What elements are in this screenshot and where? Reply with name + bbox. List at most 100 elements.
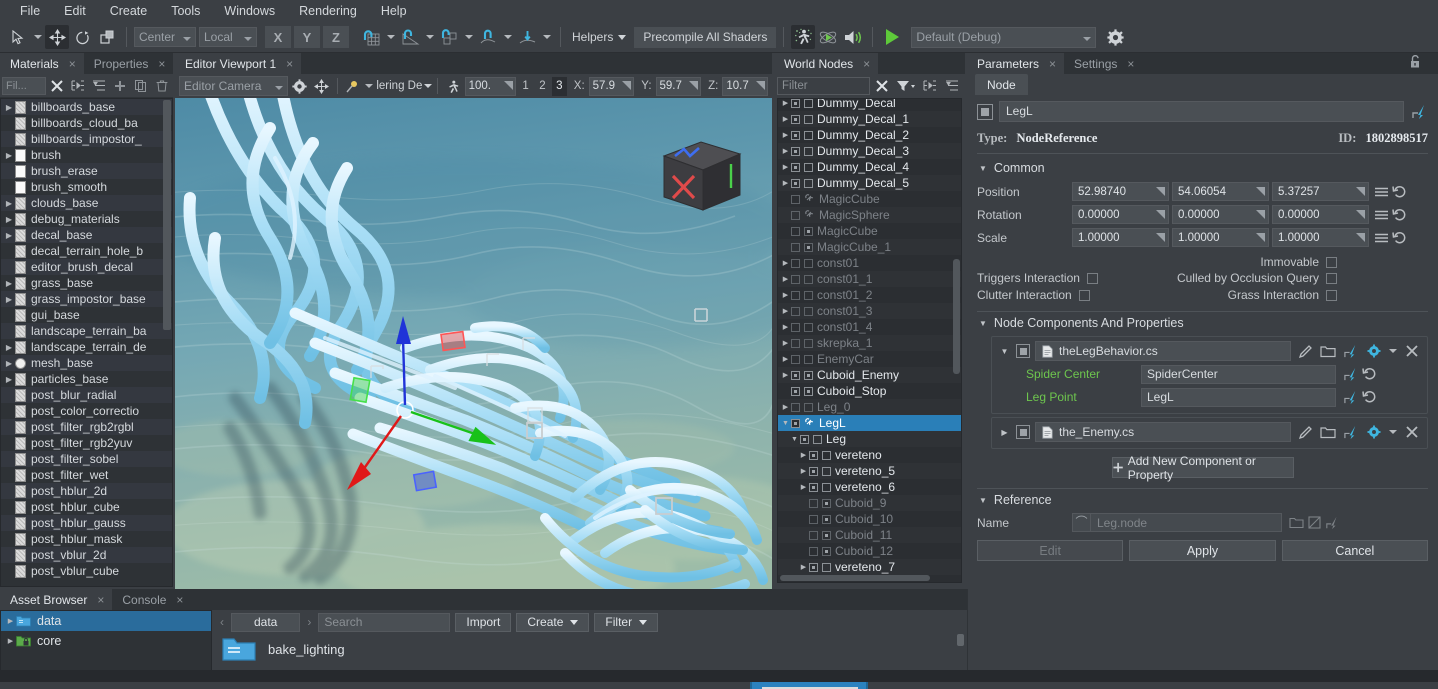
material-list-item[interactable]: editor_brush_decal xyxy=(1,259,172,275)
world-node-row[interactable]: ▶Dummy_Decal_5 xyxy=(778,175,961,191)
filter-funnel-icon[interactable] xyxy=(894,76,918,96)
chevron-right-icon[interactable]: ▶ xyxy=(5,637,16,645)
chevron-right-icon[interactable]: ▶ xyxy=(780,323,791,331)
node-lock-checkbox[interactable] xyxy=(804,323,813,332)
material-list-item[interactable]: ▶landscape_terrain_de xyxy=(1,339,172,355)
material-list-item[interactable]: ▶mesh_base xyxy=(1,355,172,371)
node-visibility-checkbox[interactable] xyxy=(791,211,800,220)
sound-icon[interactable] xyxy=(841,25,865,49)
world-node-row[interactable]: ▶vereteno_6 xyxy=(778,479,961,495)
open-folder-icon[interactable] xyxy=(1319,423,1337,441)
material-list-item[interactable]: ▶clouds_base xyxy=(1,195,172,211)
node-name-input[interactable]: LegL xyxy=(999,101,1404,122)
component-enabled-checkbox[interactable] xyxy=(1016,425,1030,439)
goto-reference-icon[interactable] xyxy=(1323,514,1341,532)
material-list-item[interactable]: decal_terrain_hole_b xyxy=(1,243,172,259)
scale-icon[interactable] xyxy=(95,25,119,49)
physics-icon[interactable] xyxy=(816,25,840,49)
component-enabled-checkbox[interactable] xyxy=(1016,344,1030,358)
reset-transform-icon[interactable] xyxy=(1390,229,1408,247)
chevron-right-icon[interactable]: ▶ xyxy=(5,617,16,625)
world-node-row[interactable]: Cuboid_Stop xyxy=(778,383,961,399)
coord-z-input[interactable]: 10.7 xyxy=(722,77,768,96)
viewport-3d-canvas[interactable] xyxy=(175,98,772,606)
chevron-right-icon[interactable]: ▶ xyxy=(3,215,15,224)
spinner-icon[interactable] xyxy=(756,81,765,90)
remove-component-icon[interactable] xyxy=(1403,423,1421,441)
material-list-item[interactable]: post_filter_rgb2yuv xyxy=(1,435,172,451)
world-nodes-filter-input[interactable]: Filter xyxy=(777,77,870,95)
chevron-right-icon[interactable]: ▶ xyxy=(798,483,809,491)
snap-drop-dropdown-icon[interactable] xyxy=(540,25,553,49)
world-node-row[interactable]: ▶const01_4 xyxy=(778,319,961,335)
node-visibility-checkbox[interactable] xyxy=(791,419,800,428)
delete-material-icon[interactable] xyxy=(152,76,171,96)
viewport-layer-3-button[interactable]: 3 xyxy=(552,77,567,96)
material-list-item[interactable]: post_hblur_cube xyxy=(1,499,172,515)
node-lock-checkbox[interactable] xyxy=(804,339,813,348)
snap-grid-dropdown-icon[interactable] xyxy=(384,25,397,49)
node-lock-checkbox[interactable] xyxy=(822,483,831,492)
select-arrow-icon[interactable] xyxy=(6,25,30,49)
expand-all-icon[interactable] xyxy=(69,76,88,96)
chevron-right-icon[interactable]: ▶ xyxy=(780,179,791,187)
node-lock-checkbox[interactable] xyxy=(804,147,813,156)
node-visibility-checkbox[interactable] xyxy=(809,499,818,508)
chevron-right-icon[interactable]: ▶ xyxy=(3,199,15,208)
rotate-icon[interactable] xyxy=(70,25,94,49)
link-axes-icon[interactable] xyxy=(1372,183,1390,201)
link-axes-icon[interactable] xyxy=(1372,206,1390,224)
tab-parameters[interactable]: Parameters × xyxy=(967,53,1064,74)
material-list-item[interactable]: ▶debug_materials xyxy=(1,211,172,227)
section-common[interactable]: ▼ Common xyxy=(979,161,1428,175)
node-visibility-checkbox[interactable] xyxy=(800,435,809,444)
camera-speed-run-icon[interactable] xyxy=(443,76,463,96)
culled-by-occlusion-row[interactable]: Culled by Occlusion Query xyxy=(1177,271,1337,285)
menu-tools[interactable]: Tools xyxy=(159,1,212,21)
clear-reference-icon[interactable] xyxy=(1305,514,1323,532)
open-folder-icon[interactable] xyxy=(1319,342,1337,360)
node-visibility-checkbox[interactable] xyxy=(809,531,818,540)
tab-materials[interactable]: Materials × xyxy=(0,53,84,74)
chevron-right-icon[interactable]: ▶ xyxy=(998,428,1011,437)
camera-speed-input[interactable]: 100. xyxy=(465,77,517,96)
node-visibility-checkbox[interactable] xyxy=(791,131,800,140)
asset-tree-item-core[interactable]: ▶ core xyxy=(1,631,211,651)
lock-icon[interactable] xyxy=(1409,55,1430,74)
node-lock-checkbox[interactable] xyxy=(804,275,813,284)
node-visibility-checkbox[interactable] xyxy=(791,195,800,204)
light-bulb-icon[interactable] xyxy=(343,76,362,96)
node-visibility-checkbox[interactable] xyxy=(809,547,818,556)
node-visibility-checkbox[interactable] xyxy=(791,307,800,316)
node-visibility-checkbox[interactable] xyxy=(791,339,800,348)
world-node-row[interactable]: Cuboid_10 xyxy=(778,511,961,527)
node-lock-checkbox[interactable] xyxy=(822,547,831,556)
transform-value-input[interactable]: 0.00000 xyxy=(1072,205,1169,224)
world-node-row[interactable]: ▶vereteno_7 xyxy=(778,559,961,575)
chevron-right-icon[interactable]: ▶ xyxy=(780,275,791,283)
component-settings-gear-icon[interactable] xyxy=(1365,423,1383,441)
material-list-item[interactable]: billboards_cloud_ba xyxy=(1,115,172,131)
materials-list[interactable]: ▶billboards_basebillboards_cloud_babillb… xyxy=(0,98,173,587)
chevron-right-icon[interactable]: ▶ xyxy=(3,231,15,240)
light-dropdown-icon[interactable] xyxy=(363,76,374,96)
transform-value-input[interactable]: 1.00000 xyxy=(1272,228,1369,247)
node-lock-checkbox[interactable] xyxy=(804,291,813,300)
material-list-item[interactable]: post_hblur_mask xyxy=(1,531,172,547)
triggers-interaction-checkbox[interactable] xyxy=(1087,273,1098,284)
world-nodes-vscrollbar[interactable] xyxy=(953,259,960,374)
material-list-item[interactable]: ▶grass_impostor_base xyxy=(1,291,172,307)
culled-by-occlusion-checkbox[interactable] xyxy=(1326,273,1337,284)
node-lock-checkbox[interactable] xyxy=(804,227,813,236)
chevron-right-icon[interactable]: ▶ xyxy=(780,147,791,155)
tab-world-nodes[interactable]: World Nodes × xyxy=(774,53,878,74)
menu-create[interactable]: Create xyxy=(98,1,160,21)
node-visibility-checkbox[interactable] xyxy=(809,563,818,572)
duplicate-material-icon[interactable] xyxy=(131,76,150,96)
chevron-right-icon[interactable]: ▶ xyxy=(780,371,791,379)
chevron-right-icon[interactable]: ▶ xyxy=(3,375,15,384)
transform-value-input[interactable]: 1.00000 xyxy=(1072,228,1169,247)
node-lock-checkbox[interactable] xyxy=(804,307,813,316)
world-node-row[interactable]: ▶const01_2 xyxy=(778,287,961,303)
transform-value-input[interactable]: 0.00000 xyxy=(1272,205,1369,224)
